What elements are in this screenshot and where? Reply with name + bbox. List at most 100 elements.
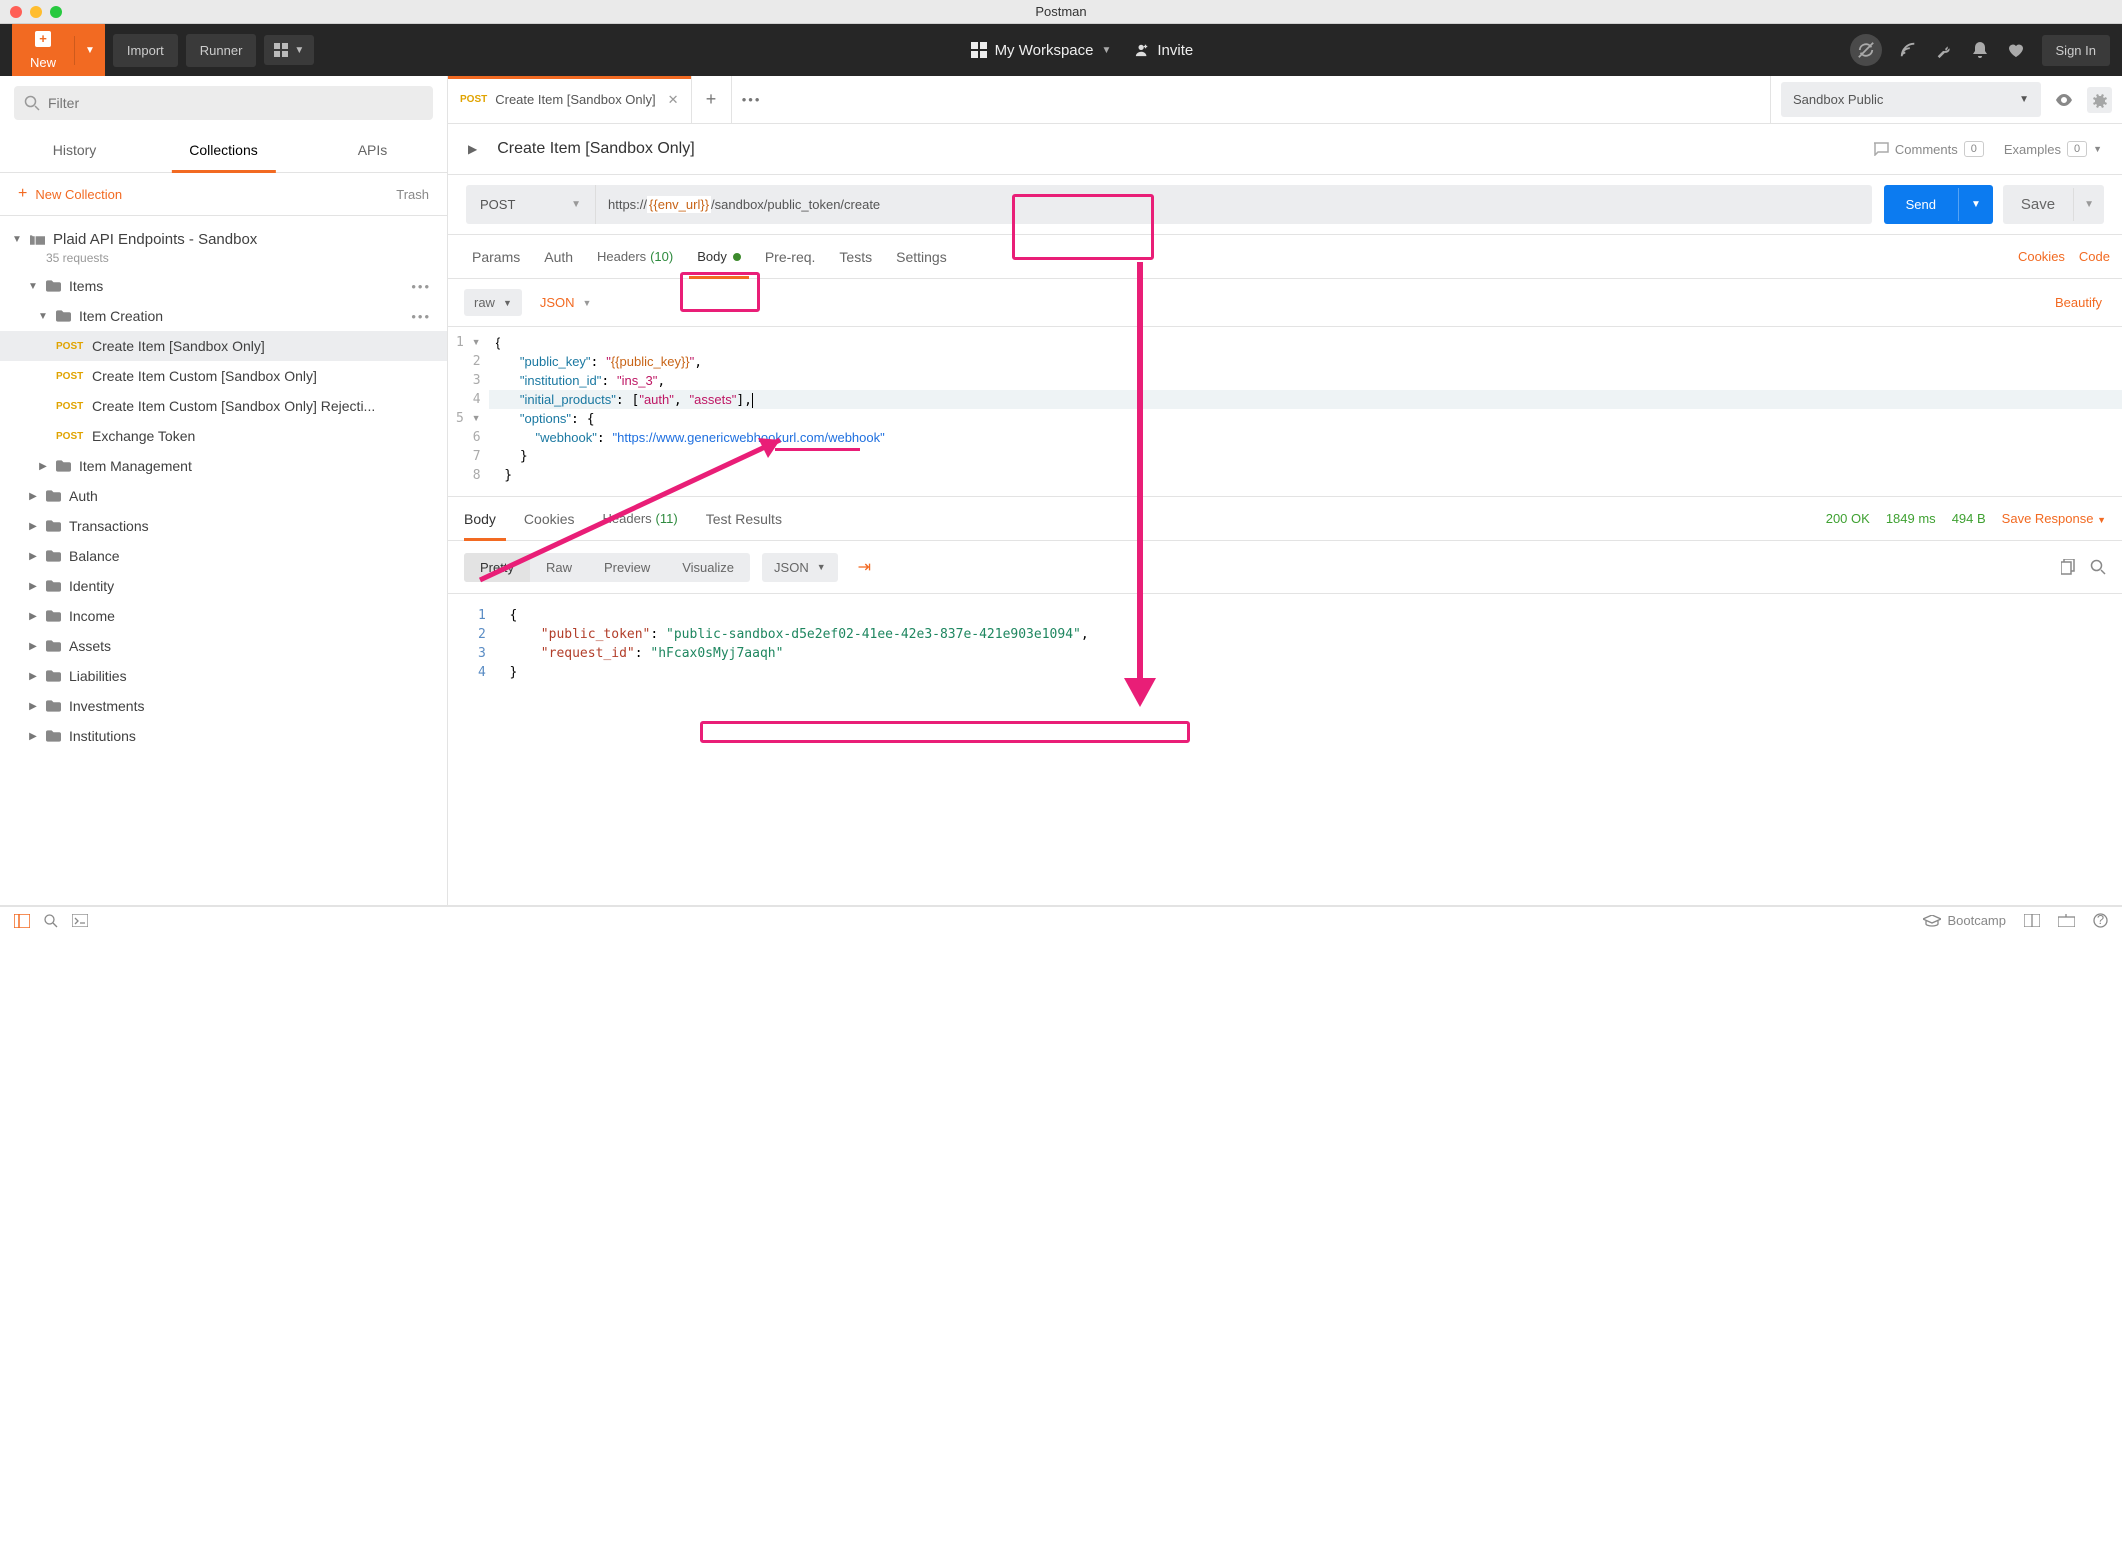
tab-apis[interactable]: APIs	[298, 130, 447, 172]
save-dropdown[interactable]: ▼	[2073, 188, 2104, 221]
wrap-lines-icon[interactable]: ⇥	[850, 551, 879, 583]
response-body[interactable]: 1234 { "public_token": "public-sandbox-d…	[448, 594, 2122, 694]
workspace-selector[interactable]: My Workspace▼	[971, 42, 1112, 59]
tab-params[interactable]: Params	[460, 235, 532, 278]
folder-investments[interactable]: ▶Investments	[0, 691, 447, 721]
send-dropdown[interactable]: ▼	[1958, 188, 1993, 221]
tab-collections[interactable]: Collections	[149, 130, 298, 172]
layout-icon[interactable]	[2024, 914, 2040, 927]
satellite-icon[interactable]	[1898, 40, 1918, 60]
tab-prereq[interactable]: Pre-req.	[753, 235, 828, 278]
folder-auth[interactable]: ▶Auth	[0, 481, 447, 511]
resp-tab-headers[interactable]: Headers (11)	[603, 497, 692, 540]
request-row-create-item[interactable]: POST Create Item [Sandbox Only]	[0, 331, 447, 361]
folder-item-creation[interactable]: ▼ Item Creation •••	[0, 301, 447, 331]
open-workspaces-button[interactable]: ▼	[264, 35, 314, 65]
tab-settings[interactable]: Settings	[884, 235, 959, 278]
tab-history[interactable]: History	[0, 130, 149, 172]
request-row[interactable]: POST Exchange Token	[0, 421, 447, 451]
folder-institutions[interactable]: ▶Institutions	[0, 721, 447, 751]
sidebar-toggle-icon[interactable]	[14, 914, 30, 928]
eye-icon[interactable]	[2051, 87, 2077, 113]
folder-liabilities[interactable]: ▶Liabilities	[0, 661, 447, 691]
tab-tests[interactable]: Tests	[827, 235, 884, 278]
signin-button[interactable]: Sign In	[2042, 35, 2110, 66]
window-close[interactable]	[10, 6, 22, 18]
runner-button[interactable]: Runner	[186, 34, 257, 67]
response-time: 1849 ms	[1886, 511, 1936, 526]
seg-raw[interactable]: Raw	[530, 553, 588, 582]
find-icon[interactable]	[44, 914, 58, 928]
filter-input[interactable]	[14, 86, 433, 120]
wrench-icon[interactable]	[1934, 40, 1954, 60]
folder-item-management[interactable]: ▶ Item Management	[0, 451, 447, 481]
folder-assets[interactable]: ▶Assets	[0, 631, 447, 661]
console-icon[interactable]	[72, 914, 88, 928]
resp-tab-body[interactable]: Body	[464, 497, 510, 540]
request-row[interactable]: POST Create Item Custom [Sandbox Only] R…	[0, 391, 447, 421]
body-type-selector[interactable]: raw▼	[464, 289, 522, 316]
tab-body[interactable]: Body	[685, 235, 753, 278]
search-icon[interactable]	[2090, 559, 2106, 575]
code-link[interactable]: Code	[2079, 249, 2110, 264]
seg-visualize[interactable]: Visualize	[666, 553, 750, 582]
heart-icon[interactable]	[2006, 40, 2026, 60]
caret-down-icon[interactable]: ▼	[12, 234, 22, 245]
bootcamp-link[interactable]: Bootcamp	[1923, 913, 2006, 928]
examples-dropdown[interactable]: Examples0▼	[2004, 141, 2102, 157]
row-more-icon[interactable]: •••	[411, 279, 439, 294]
collection-tree: ▼ Plaid API Endpoints - Sandbox 35 reque…	[0, 216, 447, 905]
caret-down-icon[interactable]: ▼	[28, 281, 38, 292]
window-minimize[interactable]	[30, 6, 42, 18]
beautify-link[interactable]: Beautify	[2055, 295, 2106, 310]
new-dropdown[interactable]: ▼	[74, 36, 105, 65]
new-collection-button[interactable]: +New Collection	[18, 185, 122, 203]
keyboard-icon[interactable]	[2058, 914, 2075, 927]
body-lang-selector[interactable]: JSON▼	[540, 295, 592, 310]
help-icon[interactable]: ?	[2093, 913, 2108, 928]
url-input[interactable]: https://{{env_url}}/sandbox/public_token…	[596, 185, 1872, 224]
save-button[interactable]: Save ▼	[2003, 185, 2104, 224]
method-label: POST	[460, 94, 487, 105]
caret-right-icon[interactable]: ▶	[38, 461, 48, 472]
environment-selector[interactable]: Sandbox Public▼	[1781, 82, 2041, 117]
resp-tab-cookies[interactable]: Cookies	[524, 497, 589, 540]
add-tab-button[interactable]: +	[692, 76, 732, 123]
copy-icon[interactable]	[2061, 559, 2076, 575]
save-response-dropdown[interactable]: Save Response ▼	[2002, 511, 2106, 526]
tab-more-icon[interactable]: •••	[732, 92, 772, 107]
window-maximize[interactable]	[50, 6, 62, 18]
folder-items[interactable]: ▼ Items •••	[0, 271, 447, 301]
folder-transactions[interactable]: ▶Transactions	[0, 511, 447, 541]
caret-down-icon[interactable]: ▼	[38, 311, 48, 322]
bell-icon[interactable]	[1970, 40, 1990, 60]
request-body-editor[interactable]: 1 ▼2345 ▼678 { "public_key": "{{public_k…	[448, 327, 2122, 497]
code-lines[interactable]: { "public_token": "public-sandbox-d5e2ef…	[494, 600, 2122, 688]
tab-auth[interactable]: Auth	[532, 235, 585, 278]
caret-right-icon[interactable]: ▶	[468, 142, 477, 156]
request-row[interactable]: POST Create Item Custom [Sandbox Only]	[0, 361, 447, 391]
comments-icon[interactable]: Comments0	[1873, 141, 1984, 157]
invite-button[interactable]: Invite	[1135, 42, 1193, 59]
close-icon[interactable]: ✕	[668, 92, 679, 108]
code-lines[interactable]: { "public_key": "{{public_key}}", "insti…	[489, 327, 2122, 496]
new-button[interactable]: +New ▼	[12, 22, 105, 79]
resp-tab-tests[interactable]: Test Results	[706, 497, 796, 540]
send-button[interactable]: Send ▼	[1884, 185, 1993, 224]
row-more-icon[interactable]: •••	[411, 309, 439, 324]
response-lang-selector[interactable]: JSON▼	[762, 553, 838, 582]
folder-identity[interactable]: ▶Identity	[0, 571, 447, 601]
folder-balance[interactable]: ▶Balance	[0, 541, 447, 571]
seg-preview[interactable]: Preview	[588, 553, 666, 582]
trash-link[interactable]: Trash	[396, 187, 429, 202]
cookies-link[interactable]: Cookies	[2018, 249, 2065, 264]
sync-off-icon[interactable]	[1850, 34, 1882, 66]
method-selector[interactable]: POST▼	[466, 185, 596, 224]
folder-icon	[46, 700, 61, 712]
seg-pretty[interactable]: Pretty	[464, 553, 530, 582]
tab-headers[interactable]: Headers (10)	[585, 235, 685, 278]
request-tab[interactable]: POST Create Item [Sandbox Only] ✕	[448, 76, 692, 123]
gear-icon[interactable]	[2087, 87, 2113, 113]
folder-income[interactable]: ▶Income	[0, 601, 447, 631]
import-button[interactable]: Import	[113, 34, 178, 67]
